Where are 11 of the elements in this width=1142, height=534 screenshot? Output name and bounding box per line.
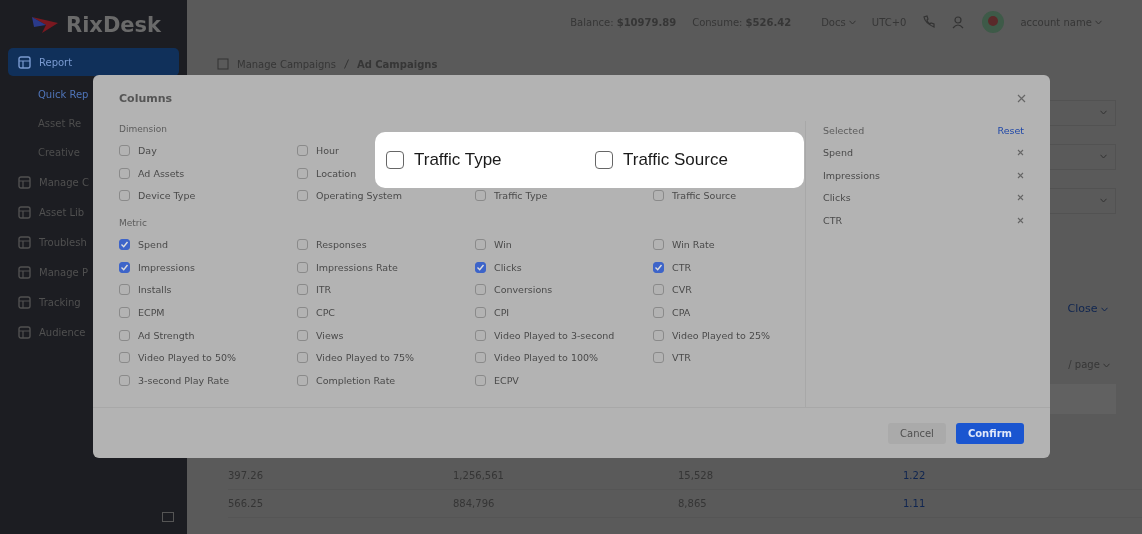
logo-text: RixDesk — [66, 13, 162, 37]
selected-heading: Selected — [823, 124, 865, 136]
selected-column: Clicks — [823, 192, 851, 204]
dialog-title: Columns — [119, 91, 173, 105]
selected-column: Impressions — [823, 169, 880, 181]
table-cell-text: 1.22 — [903, 470, 927, 481]
section-label: Metric — [119, 218, 148, 231]
table-cell-text: 1.11 — [903, 498, 927, 509]
selected-column: Spend — [823, 146, 853, 158]
selected-column: CTR — [823, 214, 843, 226]
section-label: Dimension — [119, 124, 168, 136]
